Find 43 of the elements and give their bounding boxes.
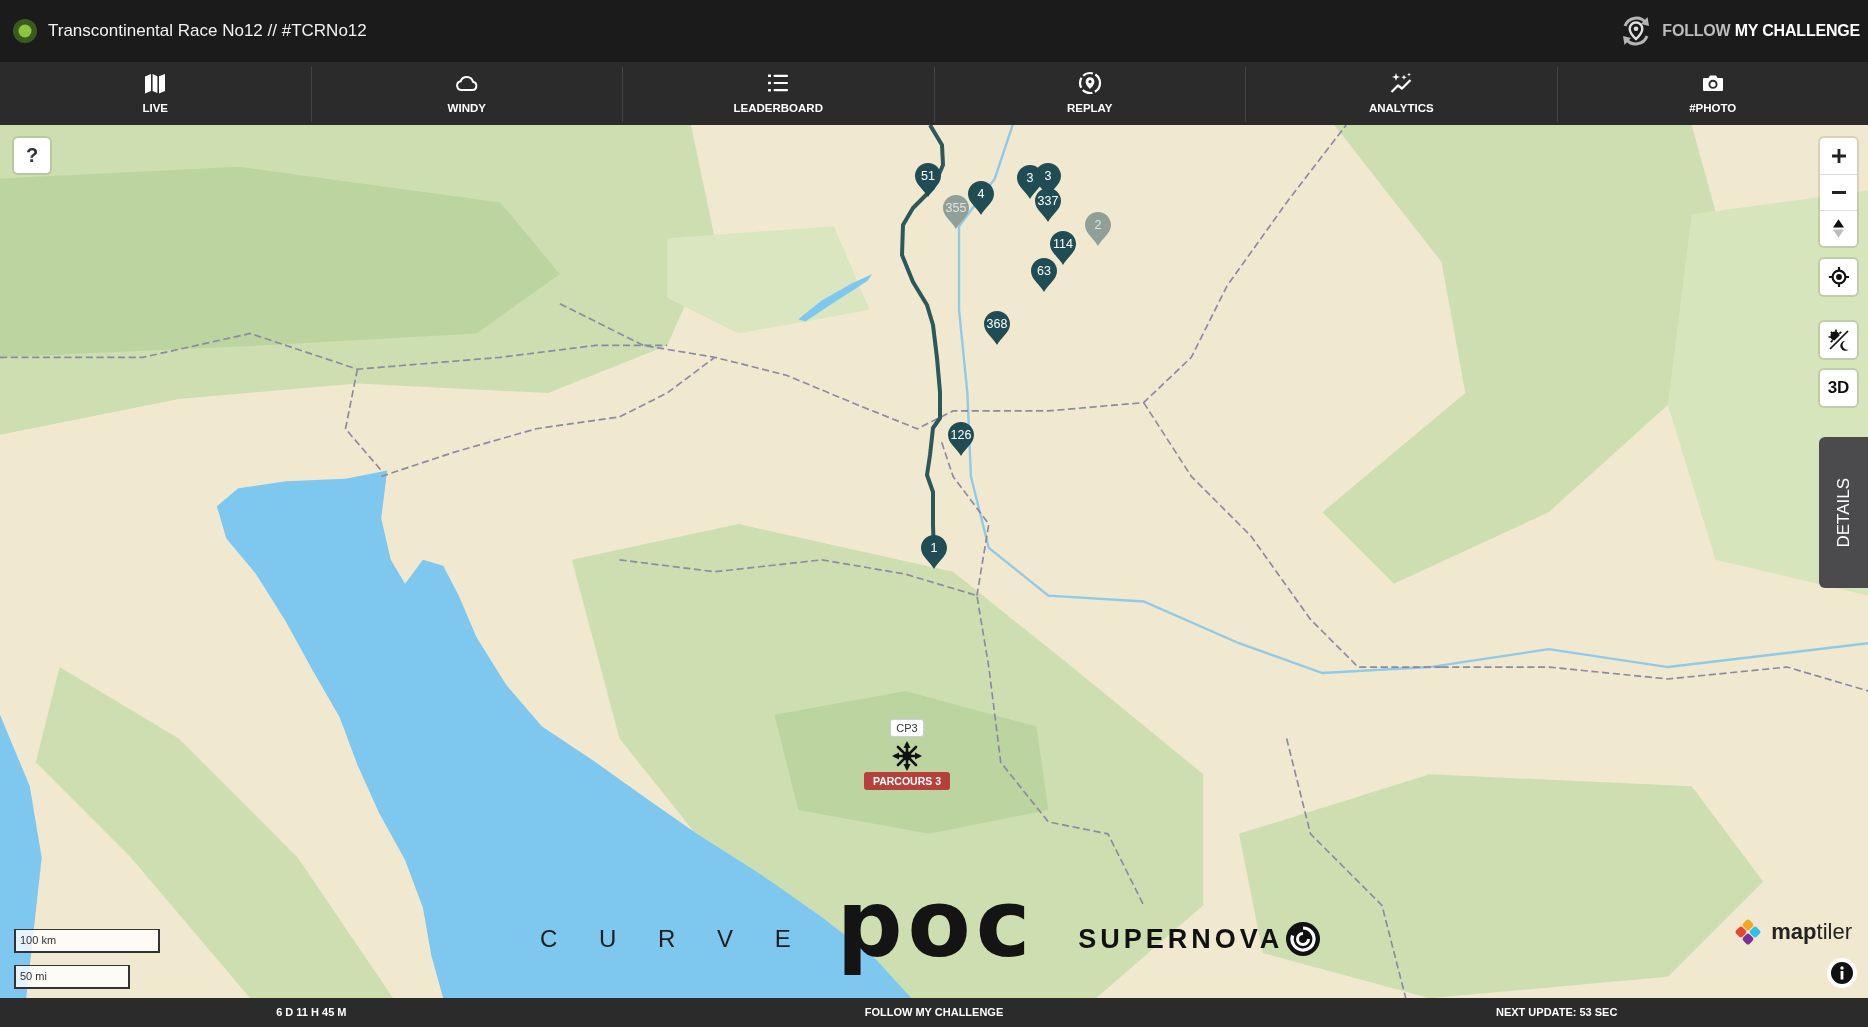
rider-marker[interactable]: 337: [1035, 188, 1061, 222]
sponsor-wordmark: C U R V E: [540, 924, 791, 954]
diamond-logo-icon: [1734, 917, 1763, 946]
route-badge: PARCOURS 3: [863, 772, 951, 790]
rider-marker[interactable]: 4: [968, 181, 994, 215]
starburst-icon: [892, 741, 922, 771]
nav-tab[interactable]: LEADERBOARD: [622, 67, 934, 122]
three-d-button[interactable]: 3D: [1820, 370, 1857, 406]
rider-marker[interactable]: 51: [915, 163, 941, 197]
nav-tab[interactable]: ANALYTICS: [1245, 67, 1557, 122]
swirl-circle-icon: [1286, 922, 1321, 956]
sun-moon-icon: [1826, 328, 1851, 352]
details-tab[interactable]: DETAILS: [1819, 437, 1868, 588]
info-icon: [1831, 962, 1853, 984]
footer-brand-label: FOLLOW MY CHALLENGE: [864, 1005, 1004, 1021]
day-night-button[interactable]: [1820, 322, 1857, 358]
plus-icon: [1831, 149, 1846, 163]
target-icon: [1827, 266, 1850, 288]
brand-wordmark: FOLLOW MY CHALLENGE: [1662, 21, 1860, 41]
nav-tab[interactable]: LIVE: [0, 67, 311, 122]
rider-marker[interactable]: 126: [948, 422, 974, 456]
nav-tab[interactable]: #PHOTO: [1556, 67, 1868, 122]
nav-tab[interactable]: REPLAY: [933, 67, 1245, 122]
locate-button[interactable]: [1820, 259, 1857, 295]
race-title: Transcontinental Race No12 // #TCRNo12: [48, 20, 367, 42]
nav-tab[interactable]: WINDY: [310, 67, 622, 122]
elapsed-time-label: 6 D 11 H 45 M: [276, 1005, 347, 1021]
north-arrow-icon: [1833, 219, 1844, 238]
folded-map-icon: [143, 71, 168, 95]
scale-bar: 50 mi: [14, 965, 130, 989]
rider-marker[interactable]: 63: [1031, 258, 1057, 292]
minus-icon: [1831, 191, 1846, 194]
rider-marker[interactable]: 368: [984, 311, 1010, 345]
sponsor-wordmark: SUPERNOVA: [1078, 922, 1284, 956]
next-update-label: NEXT UPDATE: 53 SEC: [1495, 1005, 1618, 1021]
scale-bar: 100 km: [14, 929, 160, 953]
attribution-wordmark: maptiler: [1771, 918, 1852, 946]
help-button[interactable]: ?: [14, 138, 50, 173]
dashed-ring-pin-icon: [1077, 71, 1102, 95]
rider-marker[interactable]: 114: [1050, 231, 1076, 265]
sparkle-zigzag-icon: [1389, 71, 1414, 95]
rider-marker[interactable]: 1: [921, 535, 947, 569]
checkpoint-label: CP3: [890, 719, 924, 737]
